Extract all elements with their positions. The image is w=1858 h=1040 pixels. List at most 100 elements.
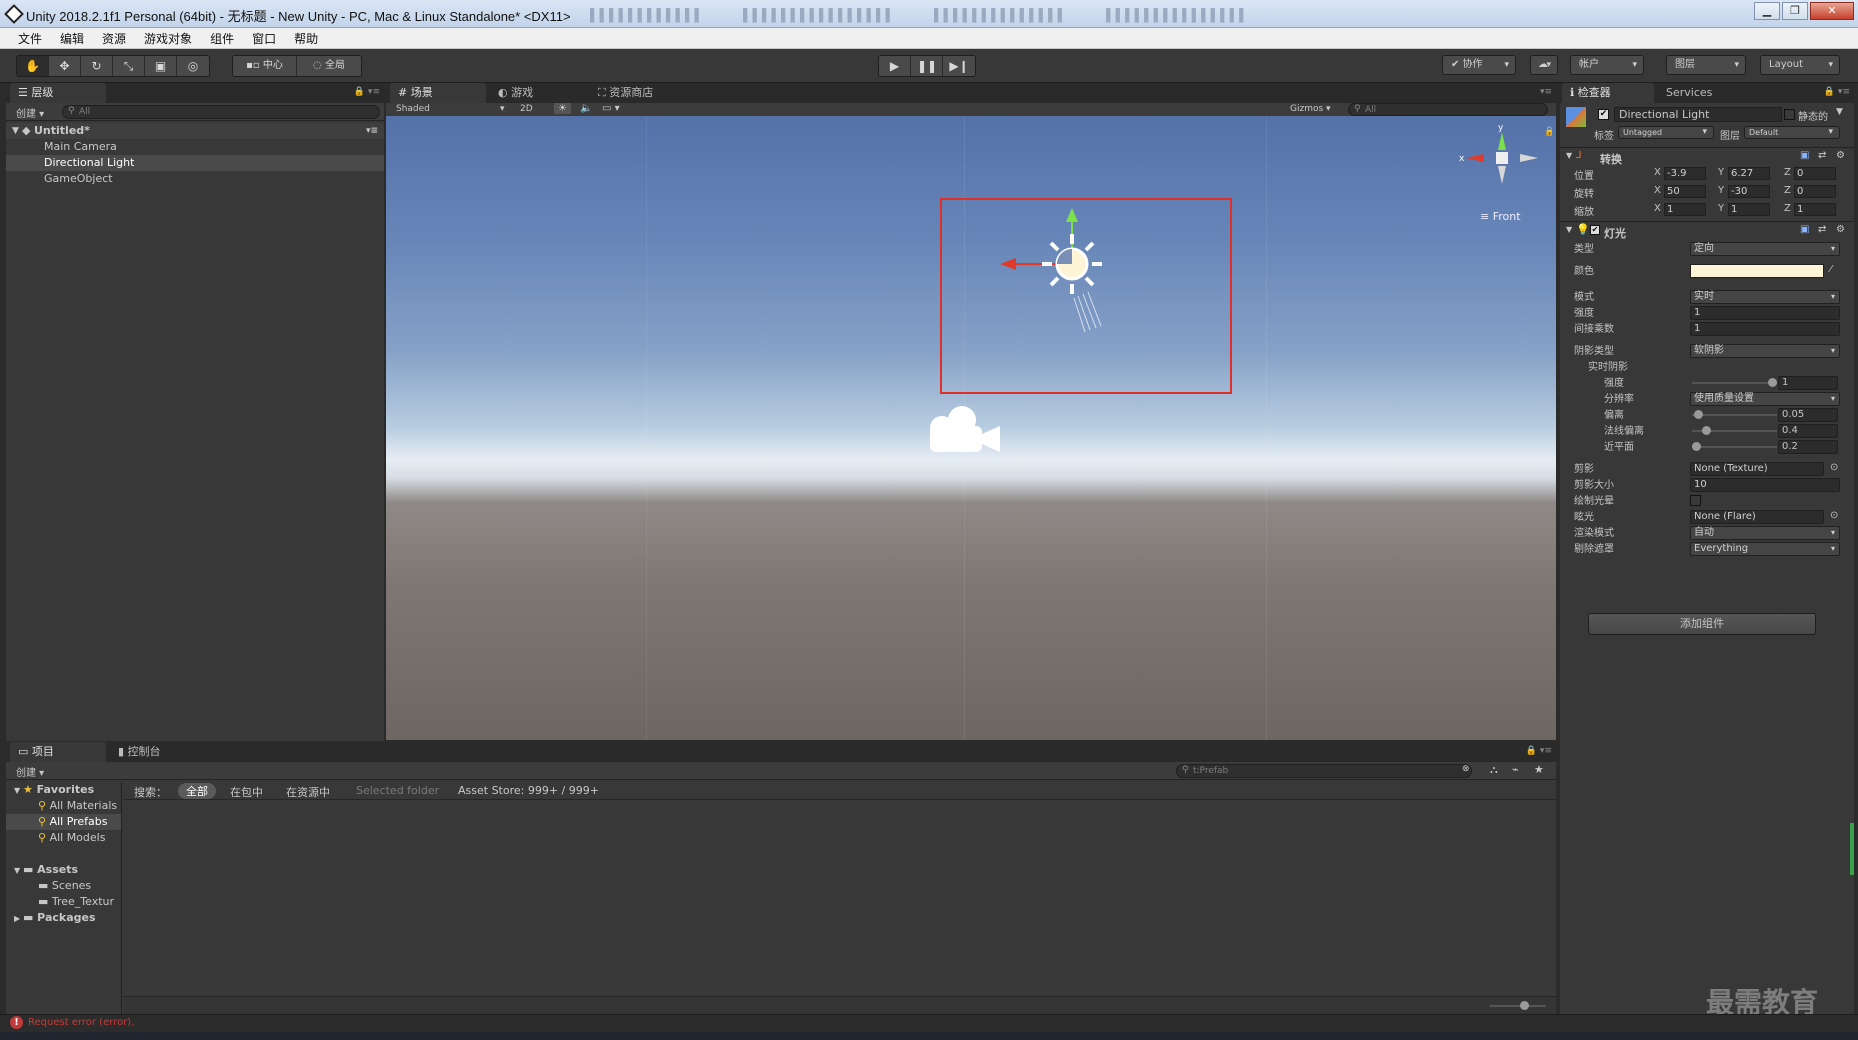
position-z-field[interactable]: 0	[1794, 167, 1836, 180]
scope-assets-button[interactable]: 在资源中	[286, 784, 330, 800]
inspector-menu-icon[interactable]: 🔒 ▾≡	[1824, 87, 1850, 97]
menu-help[interactable]: 帮助	[286, 30, 326, 47]
scale-z-field[interactable]: 1	[1794, 203, 1836, 216]
help-icon[interactable]: ▣	[1800, 150, 1809, 161]
transform-header[interactable]: ▼ ⅃ 转换 ▣ ⇄ ⚙	[1560, 147, 1854, 166]
hierarchy-item-gameobject[interactable]: GameObject	[6, 171, 384, 187]
status-error-text[interactable]: Request error (error).	[28, 1017, 134, 1028]
scrollbar-thumb[interactable]	[1850, 823, 1854, 875]
cookie-size-field[interactable]: 10	[1690, 478, 1840, 492]
play-icon[interactable]: ▶	[879, 56, 911, 76]
audio-toggle-icon[interactable]: 🔈	[580, 103, 592, 114]
collapse-arrow-icon[interactable]: ▼	[1566, 225, 1572, 234]
object-picker-icon[interactable]: ⊙	[1830, 462, 1838, 473]
packages-row[interactable]: ▶ ▬ Packages	[6, 910, 121, 926]
position-x-field[interactable]: -3.9	[1664, 167, 1706, 180]
settings-gear-icon[interactable]: ⚙	[1836, 150, 1845, 161]
settings-gear-icon[interactable]: ⚙	[1836, 224, 1845, 235]
minimize-button[interactable]: ▁	[1754, 2, 1780, 20]
light-mode-dropdown[interactable]: 实时	[1690, 290, 1840, 304]
hierarchy-item-main-camera[interactable]: Main Camera	[6, 139, 384, 155]
favorites-row[interactable]: ▼ ★ Favorites	[6, 782, 121, 798]
light-intensity-field[interactable]: 1	[1690, 306, 1840, 320]
gizmos-dropdown[interactable]: Gizmos ▾	[1290, 104, 1331, 114]
rect-tool-icon[interactable]: ▣	[145, 56, 177, 76]
slider-knob[interactable]	[1520, 1001, 1529, 1010]
expand-arrow-icon[interactable]: ▶	[14, 914, 23, 923]
scope-asset-store-button[interactable]: Asset Store: 999+ / 999+	[458, 784, 599, 797]
eyedropper-icon[interactable]: ⁄	[1830, 264, 1832, 275]
render-mode-dropdown[interactable]: 自动	[1690, 526, 1840, 540]
light-header[interactable]: ▼ 💡 ✔ 灯光 ▣ ⇄ ⚙	[1560, 221, 1854, 240]
slider-knob[interactable]	[1692, 442, 1701, 451]
shadow-strength-field[interactable]: 1	[1778, 376, 1838, 390]
transform-tool-icon[interactable]: ◎	[177, 56, 209, 76]
object-name-field[interactable]: Directional Light	[1614, 107, 1782, 122]
shadow-resolution-dropdown[interactable]: 使用质量设置	[1690, 392, 1840, 406]
add-component-button[interactable]: 添加组件	[1588, 613, 1816, 635]
tab-services[interactable]: Services	[1658, 83, 1738, 103]
lighting-toggle-icon[interactable]: ☀	[554, 103, 571, 114]
mode-2d-button[interactable]: 2D	[520, 104, 533, 114]
layout-dropdown[interactable]: Layout	[1760, 55, 1840, 75]
collab-dropdown[interactable]: ✔ 协作	[1442, 55, 1516, 75]
project-search-input[interactable]: t:Prefab	[1176, 764, 1472, 778]
shadow-strength-slider[interactable]	[1692, 378, 1777, 387]
menu-edit[interactable]: 编辑	[52, 30, 92, 47]
project-create-button[interactable]: 创建 ▾	[16, 764, 44, 779]
asset-folder[interactable]: ▬ Tree_Textur	[6, 894, 121, 910]
tab-console[interactable]: ▮ 控制台	[110, 742, 206, 762]
panel-menu-icon[interactable]: 🔒 ▾≡	[354, 87, 380, 97]
favorite-item[interactable]: ⚲ All Materials	[6, 798, 121, 814]
scope-all-button[interactable]: 全部	[178, 783, 216, 799]
normal-bias-field[interactable]: 0.4	[1778, 424, 1838, 438]
help-icon[interactable]: ▣	[1800, 224, 1809, 235]
near-plane-slider[interactable]	[1692, 442, 1777, 451]
scale-tool-icon[interactable]: ⤡	[113, 56, 145, 76]
rotation-y-field[interactable]: -30	[1728, 185, 1770, 198]
layers-dropdown[interactable]: 图层	[1666, 55, 1746, 75]
pivot-center-button[interactable]: ▪▫ 中心	[233, 56, 297, 76]
rotation-x-field[interactable]: 50	[1664, 185, 1706, 198]
scene-view-label[interactable]: ≡ Front	[1480, 210, 1521, 223]
draw-halo-checkbox[interactable]	[1690, 495, 1701, 506]
cookie-field[interactable]: None (Texture)	[1690, 462, 1824, 476]
menu-window[interactable]: 窗口	[244, 30, 284, 47]
favorite-star-icon[interactable]: ★	[1534, 763, 1544, 776]
menu-gameobject[interactable]: 游戏对象	[136, 30, 200, 47]
tab-inspector[interactable]: ℹ 检查器	[1562, 83, 1654, 103]
effects-toggle-icon[interactable]: ▭ ▾	[602, 103, 620, 114]
hierarchy-item-directional-light[interactable]: Directional Light	[6, 155, 384, 171]
shadow-type-dropdown[interactable]: 软阴影	[1690, 344, 1840, 358]
scene-search-input[interactable]: All	[1348, 103, 1548, 116]
object-picker-icon[interactable]: ⊙	[1830, 510, 1838, 521]
favorite-item[interactable]: ⚲ All Models	[6, 830, 121, 846]
active-checkbox[interactable]: ✔	[1598, 109, 1609, 120]
normal-bias-slider[interactable]	[1692, 426, 1777, 435]
rotate-tool-icon[interactable]: ↻	[81, 56, 113, 76]
maximize-button[interactable]: ❐	[1782, 2, 1808, 20]
preset-icon[interactable]: ⇄	[1818, 224, 1826, 235]
error-icon[interactable]: !	[10, 1016, 23, 1029]
culling-mask-dropdown[interactable]: Everything	[1690, 542, 1840, 556]
favorite-item[interactable]: ⚲ All Prefabs	[6, 814, 121, 830]
tab-game[interactable]: ◐ 游戏	[490, 83, 586, 103]
tag-dropdown[interactable]: Untagged	[1618, 126, 1714, 139]
hand-tool-icon[interactable]: ✋	[17, 56, 49, 76]
tab-asset-store[interactable]: ⛶ 资源商店	[590, 83, 710, 103]
pivot-global-button[interactable]: ◌ 全局	[297, 56, 361, 76]
light-type-dropdown[interactable]: 定向	[1690, 242, 1840, 256]
scale-x-field[interactable]: 1	[1664, 203, 1706, 216]
indirect-multiplier-field[interactable]: 1	[1690, 322, 1840, 336]
hierarchy-create-button[interactable]: 创建 ▾	[16, 105, 44, 120]
camera-gizmo-icon[interactable]	[924, 404, 1004, 460]
collapse-arrow-icon[interactable]: ▼	[14, 786, 23, 795]
filter-type-icon[interactable]: ⛬	[1490, 763, 1498, 777]
near-plane-field[interactable]: 0.2	[1778, 440, 1838, 454]
flare-field[interactable]: None (Flare)	[1690, 510, 1824, 524]
move-tool-icon[interactable]: ✥	[49, 56, 81, 76]
layer-dropdown[interactable]: Default	[1744, 126, 1840, 139]
filter-label-icon[interactable]: ⌁	[1512, 763, 1519, 776]
assets-row[interactable]: ▼ ▬ Assets	[6, 862, 121, 878]
gizmo-lock-icon[interactable]: 🔒	[1544, 126, 1552, 137]
